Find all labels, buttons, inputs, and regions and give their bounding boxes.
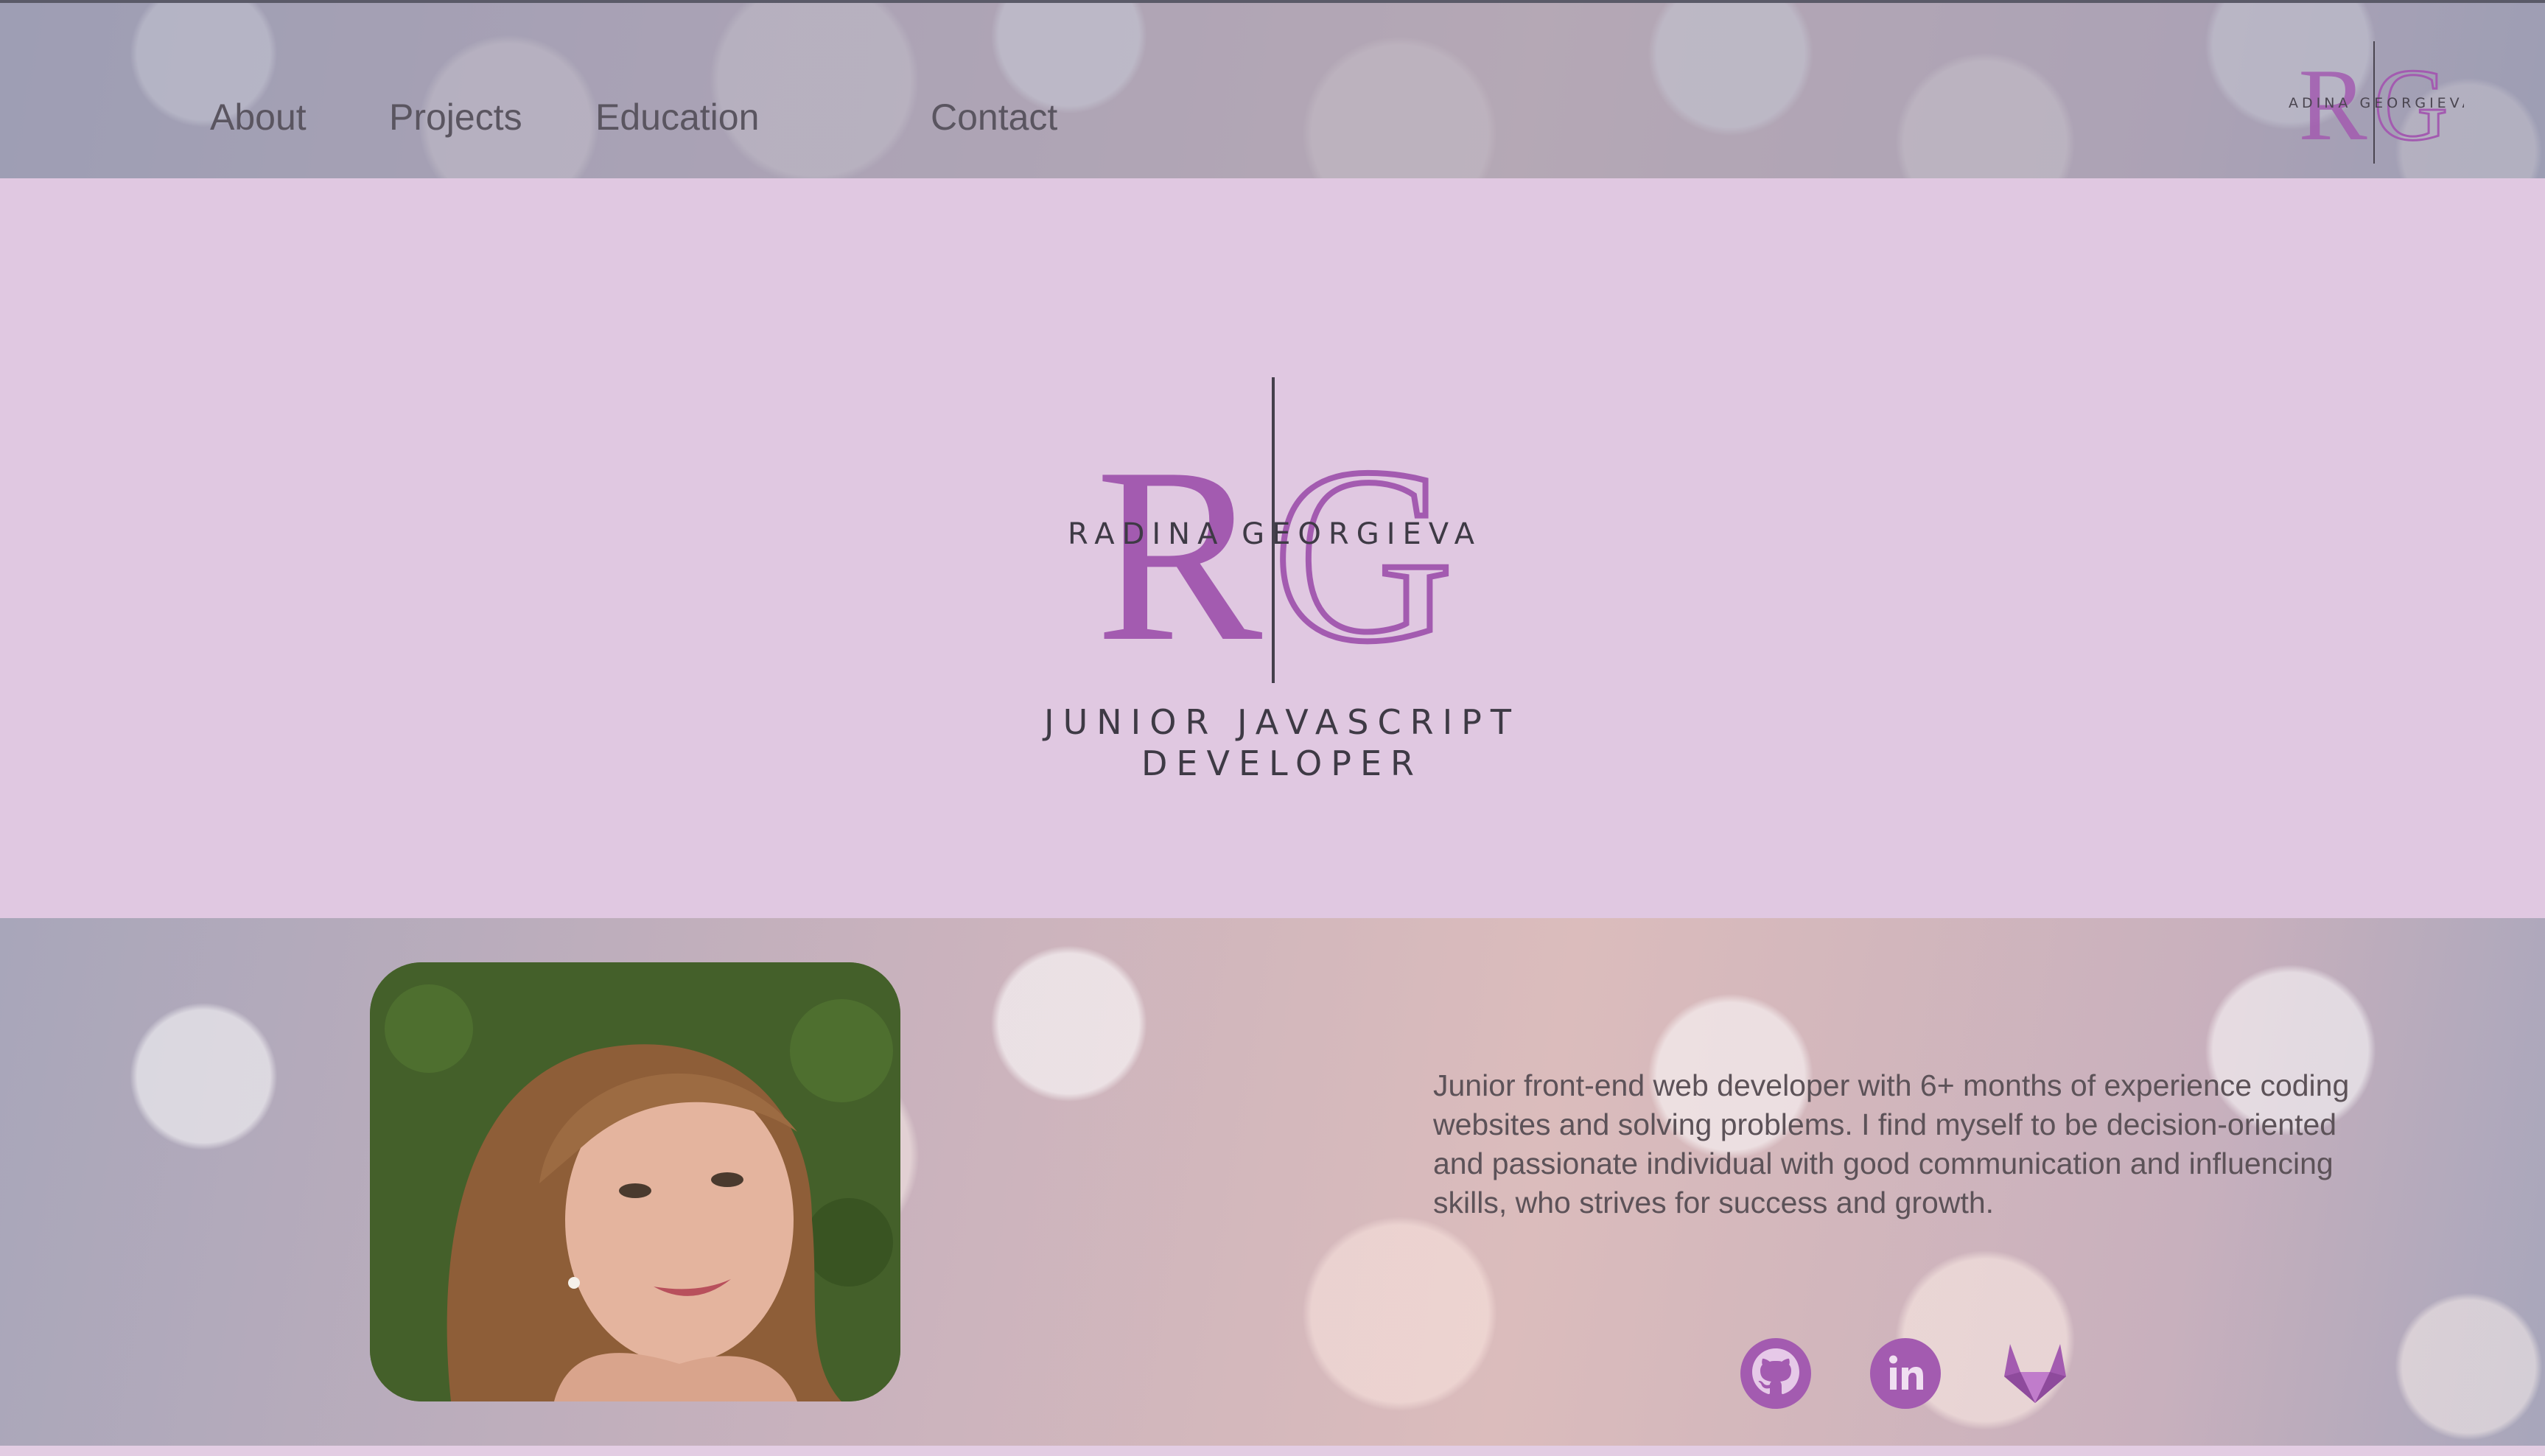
linkedin-link[interactable] [1870, 1338, 1941, 1409]
gitlab-icon [2004, 1344, 2066, 1403]
social-links [1740, 1338, 2070, 1409]
main-nav: About Projects Education Contact [210, 96, 1057, 623]
bio-text: Junior front-end web developer with 6+ m… [1433, 1068, 2350, 1219]
logo-name: RADINA GEORGIEVA [2287, 95, 2464, 111]
header-logo[interactable]: R G RADINA GEORGIEVA [2287, 40, 2464, 165]
header-top-border [0, 0, 2545, 3]
profile-photo [370, 962, 900, 1401]
tagline-line-2: DEVELOPER [1141, 743, 1423, 783]
header: About Projects Education Contact R G RAD… [0, 0, 2545, 178]
github-icon [1740, 1338, 1811, 1409]
hero-letter-g: G [1272, 416, 1454, 693]
nav-education[interactable]: Education [595, 96, 931, 623]
hero-tagline: JUNIOR JAVASCRIPT DEVELOPER [1009, 701, 1555, 784]
hero-logo: R G RADINA GEORGIEVA [1068, 377, 1482, 696]
github-link[interactable] [1740, 1338, 1811, 1409]
about-section: Junior front-end web developer with 6+ m… [0, 918, 2545, 1446]
hero-name: RADINA GEORGIEVA [1068, 517, 1482, 551]
linkedin-icon [1870, 1338, 1941, 1409]
footer-strip [0, 1446, 2545, 1456]
tagline-line-1: JUNIOR JAVASCRIPT [1044, 702, 1520, 742]
hero-letter-r: R [1096, 416, 1264, 693]
gitlab-link[interactable] [2000, 1338, 2070, 1409]
nav-contact[interactable]: Contact [931, 96, 1057, 623]
